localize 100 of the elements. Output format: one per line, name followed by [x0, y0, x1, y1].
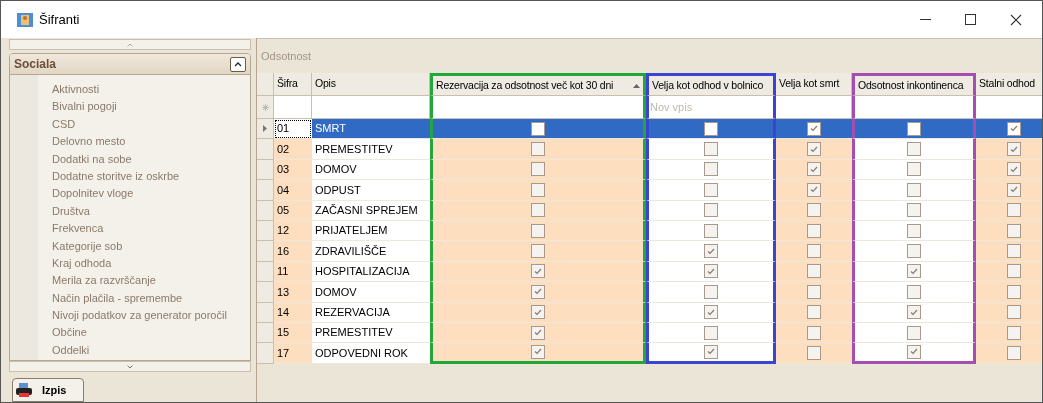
checkbox[interactable] — [531, 182, 545, 197]
scroll-up-button[interactable] — [9, 39, 251, 50]
checkbox[interactable] — [1007, 325, 1021, 340]
table-row[interactable]: 02 PREMESTITEV — [257, 139, 1042, 160]
row-header-cell[interactable] — [257, 180, 274, 201]
row-header-cell[interactable] — [257, 139, 274, 160]
checkbox[interactable] — [704, 203, 718, 218]
column-header[interactable]: Velja kot odhod v bolnico — [646, 73, 776, 96]
checkbox[interactable] — [807, 346, 821, 360]
checkbox[interactable] — [704, 121, 718, 136]
sidebar-item[interactable]: Oddelki — [52, 341, 227, 360]
table-row[interactable]: 12 PRIJATELJEM — [257, 220, 1042, 242]
checkbox[interactable] — [907, 162, 921, 177]
sidebar-item[interactable]: Merila za razvrščanje — [52, 272, 227, 290]
checkbox[interactable] — [704, 345, 718, 359]
checkbox[interactable] — [531, 244, 545, 259]
checkbox[interactable] — [807, 142, 821, 157]
checkbox[interactable] — [907, 284, 921, 299]
checkbox[interactable] — [531, 264, 545, 279]
checkbox[interactable] — [704, 264, 718, 279]
sidebar-item[interactable]: Način plačila - spremembe — [52, 289, 227, 308]
sidebar-item[interactable]: CSD — [52, 115, 227, 134]
column-header[interactable]: Šifra — [274, 73, 312, 96]
checkbox[interactable] — [907, 223, 921, 238]
checkbox[interactable] — [1007, 244, 1021, 259]
row-header-cell[interactable] — [257, 220, 274, 242]
sidebar-item[interactable]: Dopolnitev vloge — [52, 185, 227, 203]
checkbox[interactable] — [1007, 223, 1021, 238]
sidebar-item[interactable]: Občine — [52, 324, 227, 342]
column-header[interactable]: Velja kot smrt — [776, 73, 852, 96]
checkbox[interactable] — [704, 142, 718, 157]
checkbox[interactable] — [807, 284, 821, 299]
checkbox[interactable] — [1007, 182, 1021, 197]
checkbox[interactable] — [907, 305, 921, 320]
row-header-cell[interactable] — [257, 200, 274, 221]
checkbox[interactable] — [907, 244, 921, 259]
collapse-button[interactable] — [230, 56, 246, 72]
row-header-cell[interactable] — [257, 282, 274, 303]
checkbox[interactable] — [704, 284, 718, 299]
scroll-down-button[interactable] — [9, 361, 251, 372]
checkbox[interactable] — [907, 142, 921, 157]
checkbox[interactable] — [807, 244, 821, 259]
checkbox[interactable] — [807, 305, 821, 320]
group-header[interactable]: Sociala — [10, 54, 250, 75]
row-header-cell[interactable] — [257, 119, 274, 140]
table-row[interactable]: 13 DOMOV — [257, 282, 1042, 303]
sidebar-item[interactable]: Delovno mesto — [52, 133, 227, 151]
checkbox[interactable] — [704, 162, 718, 177]
print-button[interactable]: Izpis — [12, 378, 84, 402]
checkbox[interactable] — [907, 325, 921, 340]
row-header-cell[interactable] — [257, 241, 274, 262]
row-header-cell[interactable] — [257, 322, 274, 344]
minimize-icon[interactable] — [920, 18, 931, 21]
row-header-cell[interactable] — [257, 343, 274, 364]
checkbox[interactable] — [1007, 162, 1021, 177]
checkbox[interactable] — [531, 162, 545, 177]
checkbox[interactable] — [531, 121, 545, 136]
checkbox[interactable] — [1007, 346, 1021, 360]
checkbox[interactable] — [807, 203, 821, 218]
sidebar-item[interactable]: Bivalni pogoji — [52, 98, 227, 116]
checkbox[interactable] — [907, 203, 921, 218]
checkbox[interactable] — [807, 325, 821, 340]
checkbox[interactable] — [807, 223, 821, 238]
table-row[interactable]: 16 ZDRAVILIŠČE — [257, 241, 1042, 262]
close-icon[interactable] — [1010, 13, 1022, 26]
row-header-cell[interactable] — [257, 302, 274, 323]
sidebar-item[interactable]: Nivoji podatkov za generator poročil — [52, 307, 227, 325]
checkbox[interactable] — [807, 162, 821, 177]
table-row[interactable]: 05 ZAČASNI SPREJEM — [257, 200, 1042, 221]
checkbox[interactable] — [907, 182, 921, 197]
column-header[interactable]: Rezervacija za odsotnost več kot 30 dni — [430, 73, 646, 96]
table-row[interactable]: 01 SMRT — [257, 119, 1042, 140]
checkbox[interactable] — [1007, 203, 1021, 218]
maximize-icon[interactable] — [965, 14, 976, 25]
column-header[interactable]: Odsotnost inkontinenca — [852, 73, 976, 96]
sidebar-item[interactable]: Dodatne storitve iz oskrbe — [52, 167, 227, 186]
checkbox[interactable] — [1007, 121, 1021, 136]
checkbox[interactable] — [807, 182, 821, 197]
table-row[interactable]: 03 DOMOV — [257, 159, 1042, 181]
checkbox[interactable] — [807, 264, 821, 279]
table-row[interactable]: 04 ODPUST — [257, 180, 1042, 201]
checkbox[interactable] — [704, 244, 718, 259]
checkbox[interactable] — [907, 264, 921, 279]
sidebar-item[interactable]: Dodatki na sobe — [52, 150, 227, 168]
column-header[interactable]: Opis — [312, 73, 430, 96]
checkbox[interactable] — [1007, 142, 1021, 157]
checkbox[interactable] — [807, 121, 821, 136]
table-row[interactable]: 17 ODPOVEDNI ROK — [257, 343, 1042, 364]
table-row[interactable]: 15 PREMESTITEV — [257, 322, 1042, 344]
checkbox[interactable] — [531, 345, 545, 359]
sidebar-item[interactable]: Frekvenca — [52, 220, 227, 238]
checkbox[interactable] — [531, 142, 545, 157]
checkbox[interactable] — [907, 121, 921, 136]
row-header-cell[interactable] — [257, 159, 274, 181]
checkbox[interactable] — [1007, 284, 1021, 299]
checkbox[interactable] — [1007, 305, 1021, 320]
checkbox[interactable] — [704, 305, 718, 320]
checkbox[interactable] — [531, 325, 545, 340]
checkbox[interactable] — [531, 305, 545, 320]
sidebar-item[interactable]: Društva — [52, 202, 227, 221]
